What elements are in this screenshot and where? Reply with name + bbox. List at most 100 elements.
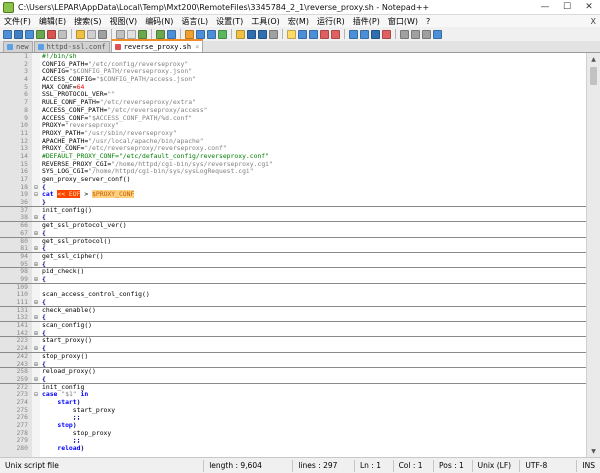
- code-line[interactable]: 242 stop_proxy(): [0, 352, 586, 361]
- toolbar-button-icon[interactable]: [269, 29, 278, 39]
- code-line[interactable]: 258 reload_proxy(): [0, 367, 586, 376]
- editor[interactable]: 1 #!/bin/sh 2 CONFIG_PATH="/etc/config/reve…: [0, 53, 600, 457]
- code-line[interactable]: 276 ;;: [0, 413, 586, 422]
- menu-settings[interactable]: 设置(T): [212, 16, 247, 27]
- toolbar-button-icon[interactable]: [207, 29, 216, 39]
- toolbar-button-icon[interactable]: [138, 29, 147, 39]
- menu-tools[interactable]: 工具(O): [247, 16, 284, 27]
- fold-expand-icon[interactable]: ⊞: [33, 330, 39, 338]
- menu-run[interactable]: 运行(R): [313, 16, 349, 27]
- minimize-button[interactable]: —: [534, 0, 556, 14]
- code-line[interactable]: 273 ⊟ case "$1" in: [0, 390, 586, 399]
- close-document-icon[interactable]: X: [591, 17, 596, 26]
- scroll-up-icon[interactable]: ▲: [587, 53, 600, 65]
- code-line[interactable]: 278 stop_proxy: [0, 429, 586, 438]
- toolbar-button-icon[interactable]: [422, 29, 431, 39]
- code-line[interactable]: 141 scan_config(): [0, 321, 586, 330]
- fold-expand-icon[interactable]: ⊞: [33, 299, 39, 307]
- toolbar-button-icon[interactable]: [411, 29, 420, 39]
- menu-edit[interactable]: 编辑(E): [35, 16, 70, 27]
- fold-expand-icon[interactable]: ⊞: [33, 314, 39, 322]
- toolbar-button-icon[interactable]: [320, 29, 329, 39]
- fold-expand-icon[interactable]: ⊞: [33, 261, 39, 269]
- toolbar-button-icon[interactable]: [400, 29, 409, 39]
- code-line[interactable]: 80 get_ssl_protocol(): [0, 237, 586, 246]
- toolbar-button-icon[interactable]: [87, 29, 96, 39]
- code-line[interactable]: 19 ⊟ cat << EOF > $PROXY_CONF: [0, 190, 586, 199]
- status-encoding[interactable]: UTF-8: [520, 459, 578, 472]
- fold-collapse-icon[interactable]: ⊟: [33, 191, 39, 199]
- toolbar-button-icon[interactable]: [196, 29, 205, 39]
- document-tab[interactable]: reverse_proxy.sh ×: [110, 39, 204, 52]
- fold-expand-icon[interactable]: ⊞: [33, 214, 39, 222]
- code-line[interactable]: 99 ⊞{: [0, 275, 586, 284]
- menu-language[interactable]: 语言(L): [177, 16, 212, 27]
- code-line[interactable]: 94 get_ssl_cipher(): [0, 252, 586, 261]
- code-line[interactable]: 66 get_ssl_protocol_ver(): [0, 221, 586, 230]
- toolbar-button-icon[interactable]: [287, 29, 296, 39]
- toolbar-button-icon[interactable]: [25, 29, 34, 39]
- scroll-thumb[interactable]: [590, 67, 597, 85]
- menu-search[interactable]: 搜索(S): [70, 16, 105, 27]
- toolbar-button-icon[interactable]: [76, 29, 85, 39]
- maximize-button[interactable]: ☐: [556, 0, 578, 14]
- code-line[interactable]: 98 pid_check(): [0, 267, 586, 276]
- fold-collapse-icon[interactable]: ⊟: [33, 184, 39, 192]
- code-line[interactable]: 37 init_config(): [0, 206, 586, 215]
- menu-macro[interactable]: 宏(M): [284, 16, 313, 27]
- code-line[interactable]: 4 ACCESS_CONFIG="$CONFIG_PATH/access.json…: [0, 75, 586, 84]
- menu-view[interactable]: 视图(V): [105, 16, 141, 27]
- fold-expand-icon[interactable]: ⊞: [33, 361, 39, 369]
- code-line[interactable]: 280 reload): [0, 444, 586, 453]
- tab-close-icon[interactable]: ×: [195, 43, 199, 51]
- toolbar-button-icon[interactable]: [127, 29, 136, 39]
- toolbar-button-icon[interactable]: [371, 29, 380, 39]
- toolbar-button-icon[interactable]: [116, 29, 125, 39]
- toolbar-button-icon[interactable]: [433, 29, 442, 39]
- toolbar-button-icon[interactable]: [258, 29, 267, 39]
- menu-window[interactable]: 窗口(W): [384, 16, 422, 27]
- status-eol[interactable]: Unix (LF): [473, 459, 521, 472]
- toolbar-button-icon[interactable]: [218, 29, 227, 39]
- menu-encoding[interactable]: 编码(N): [141, 16, 177, 27]
- toolbar-button-icon[interactable]: [3, 29, 12, 39]
- toolbar-button-icon[interactable]: [14, 29, 23, 39]
- code-line[interactable]: 275 start_proxy: [0, 406, 586, 415]
- toolbar-button-icon[interactable]: [36, 29, 45, 39]
- code-line[interactable]: 223 start_proxy(): [0, 337, 586, 345]
- document-tab[interactable]: new: [3, 41, 33, 52]
- fold-expand-icon[interactable]: ⊞: [33, 276, 39, 284]
- toolbar-button-icon[interactable]: [167, 29, 176, 39]
- toolbar-button-icon[interactable]: [309, 29, 318, 39]
- code-line[interactable]: 259 ⊞{: [0, 375, 586, 384]
- close-button[interactable]: ✕: [578, 0, 600, 14]
- toolbar-button-icon[interactable]: [298, 29, 307, 39]
- fold-expand-icon[interactable]: ⊞: [33, 245, 39, 253]
- scroll-down-icon[interactable]: ▼: [587, 445, 600, 457]
- code-line[interactable]: 17 gen_proxy_server_conf(): [0, 175, 586, 184]
- menu-plugins[interactable]: 插件(P): [349, 16, 384, 27]
- toolbar-button-icon[interactable]: [58, 29, 67, 39]
- code-line[interactable]: 131 check_enable(): [0, 306, 586, 315]
- toolbar-button-icon[interactable]: [360, 29, 369, 39]
- toolbar-button-icon[interactable]: [98, 29, 107, 39]
- menu-file[interactable]: 文件(F): [0, 16, 35, 27]
- toolbar-button-icon[interactable]: [156, 29, 165, 39]
- status-insert-mode[interactable]: INS: [577, 460, 600, 472]
- toolbar-button-icon[interactable]: [331, 29, 340, 39]
- toolbar-button-icon[interactable]: [382, 29, 391, 39]
- fold-collapse-icon[interactable]: ⊟: [33, 391, 39, 399]
- fold-expand-icon[interactable]: ⊞: [33, 230, 39, 238]
- toolbar-button-icon[interactable]: [349, 29, 358, 39]
- code-line[interactable]: 279 ;;: [0, 437, 586, 445]
- fold-expand-icon[interactable]: ⊞: [33, 376, 39, 384]
- menu-help[interactable]: ?: [422, 17, 434, 26]
- toolbar-button-icon[interactable]: [247, 29, 256, 39]
- code-line[interactable]: 95 ⊞{: [0, 260, 586, 269]
- code-line[interactable]: 110 scan_access_control_config(): [0, 290, 586, 299]
- toolbar-button-icon[interactable]: [47, 29, 56, 39]
- toolbar-button-icon[interactable]: [185, 29, 194, 39]
- code-area[interactable]: 1 #!/bin/sh 2 CONFIG_PATH="/etc/config/reve…: [0, 53, 586, 457]
- toolbar-button-icon[interactable]: [236, 29, 245, 39]
- document-tab[interactable]: httpd-ssl.conf: [33, 41, 110, 52]
